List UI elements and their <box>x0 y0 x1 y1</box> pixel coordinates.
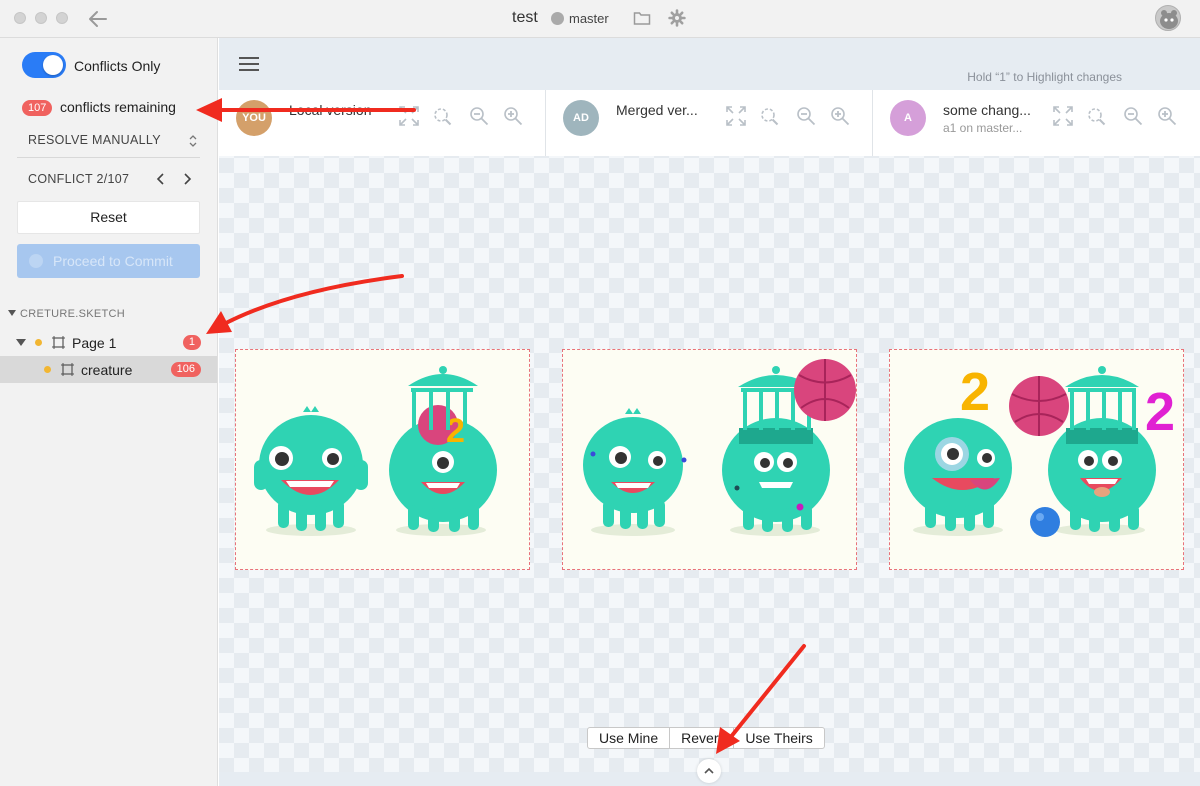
tree-root-file[interactable]: CRETURE.SKETCH <box>8 308 125 320</box>
artboard-preview-merged[interactable] <box>562 349 857 570</box>
author-avatar: YOU <box>236 100 272 136</box>
close-window-button[interactable] <box>14 12 26 24</box>
revert-button[interactable]: Revert <box>670 728 735 748</box>
proceed-to-commit-label: Proceed to Commit <box>53 253 173 269</box>
diff-canvas[interactable]: Hold “1” to Highlight changes YOU Local … <box>219 38 1200 786</box>
expand-panel-button[interactable] <box>697 759 721 783</box>
proceed-to-commit-button[interactable]: Proceed to Commit <box>17 244 200 278</box>
zoom-out-icon[interactable] <box>796 106 816 126</box>
creature-illustration <box>583 359 856 536</box>
conflict-position: CONFLICT 2/107 <box>28 172 130 186</box>
author-avatar: AD <box>563 100 599 136</box>
creature-illustration: 2 2 <box>904 362 1175 537</box>
minimize-window-button[interactable] <box>35 12 47 24</box>
pane-title: some chang... <box>943 102 1031 118</box>
resolve-mode-value: RESOLVE MANUALLY <box>28 133 161 147</box>
svg-text:2: 2 <box>960 362 990 422</box>
zoom-in-icon[interactable] <box>830 106 850 126</box>
title-bar: test master <box>0 0 1200 38</box>
conflicts-remaining-label: conflicts remaining <box>60 99 176 115</box>
reset-button[interactable]: Reset <box>17 201 200 234</box>
modified-dot-icon <box>35 339 42 346</box>
modified-dot-icon <box>44 366 51 373</box>
pane-subtitle: a1 on master... <box>943 121 1023 135</box>
artboard-icon <box>61 363 74 376</box>
tree-item-badge: 106 <box>170 362 201 377</box>
conflicts-only-label: Conflicts Only <box>74 58 161 74</box>
expand-triangle-icon[interactable] <box>8 310 16 316</box>
resolve-mode-select[interactable]: RESOLVE MANUALLY <box>17 124 200 158</box>
zoom-selection-icon[interactable] <box>760 106 780 126</box>
highlight-hint: Hold “1” to Highlight changes <box>967 70 1122 84</box>
resolve-actions: Use Mine Revert Use Theirs <box>587 727 825 749</box>
main-header: Hold “1” to Highlight changes <box>219 38 1200 90</box>
page-icon <box>52 336 65 349</box>
creature-illustration: 2 <box>254 366 497 536</box>
fit-screen-icon[interactable] <box>1053 106 1073 126</box>
zoom-in-icon[interactable] <box>1157 106 1177 126</box>
zoom-out-icon[interactable] <box>1123 106 1143 126</box>
use-mine-button[interactable]: Use Mine <box>588 728 671 748</box>
svg-text:2: 2 <box>1145 382 1175 442</box>
author-avatar: A <box>890 100 926 136</box>
use-theirs-button[interactable]: Use Theirs <box>734 728 823 748</box>
conflict-count-badge: 107 <box>22 100 53 116</box>
fit-screen-icon[interactable] <box>726 106 746 126</box>
pane-title: Local version <box>289 102 372 118</box>
tree-item-badge: 1 <box>182 335 201 350</box>
conflicts-only-toggle[interactable] <box>22 52 66 78</box>
pane-title: Merged ver... <box>616 102 698 118</box>
artboard-preview-local[interactable]: 2 <box>235 349 530 570</box>
pane-header-local: YOU Local version <box>219 90 545 156</box>
tree-item-label: creature <box>81 362 133 378</box>
tree-item-label: Page 1 <box>72 335 117 351</box>
fit-screen-icon[interactable] <box>399 106 419 126</box>
expand-triangle-icon[interactable] <box>16 339 26 346</box>
zoom-in-icon[interactable] <box>503 106 523 126</box>
zoom-window-button[interactable] <box>56 12 68 24</box>
tree-item-artboard[interactable]: creature 106 <box>0 356 217 383</box>
chevron-left-icon[interactable] <box>152 168 170 190</box>
commit-icon <box>29 254 43 268</box>
folder-icon[interactable] <box>633 10 651 26</box>
updown-chevron-icon <box>189 135 197 147</box>
chevron-right-icon[interactable] <box>178 168 196 190</box>
zoom-selection-icon[interactable] <box>1087 106 1107 126</box>
tree-item-page[interactable]: Page 1 1 <box>0 329 217 356</box>
branch-icon <box>551 12 564 25</box>
artboard-preview-theirs[interactable]: 2 2 <box>889 349 1184 570</box>
hamburger-menu-icon[interactable] <box>239 57 259 71</box>
file-name: CRETURE.SKETCH <box>20 308 126 320</box>
toggle-knob <box>43 55 63 75</box>
pane-header-theirs: A some chang... a1 on master... <box>873 90 1200 156</box>
chevron-up-icon <box>704 767 714 774</box>
zoom-out-icon[interactable] <box>469 106 489 126</box>
pane-header-merged: AD Merged ver... <box>546 90 872 156</box>
sidebar: Conflicts Only 107 conflicts remaining R… <box>0 38 218 786</box>
zoom-selection-icon[interactable] <box>433 106 453 126</box>
branch-name[interactable]: master <box>569 11 609 26</box>
back-arrow-icon[interactable] <box>86 7 110 31</box>
user-avatar[interactable] <box>1155 5 1181 31</box>
gear-icon[interactable] <box>668 9 686 27</box>
window-title: test <box>512 9 538 26</box>
